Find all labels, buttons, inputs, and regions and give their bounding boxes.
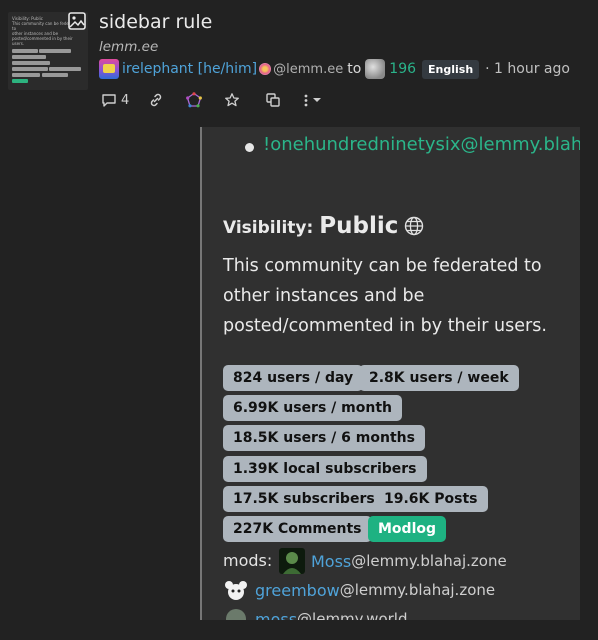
crosspost-button[interactable]	[265, 92, 281, 108]
more-vertical-icon	[304, 94, 308, 107]
list-bullet	[245, 143, 254, 152]
globe-icon	[405, 216, 424, 236]
post-time: · 1 hour ago	[485, 61, 570, 77]
avatar	[223, 606, 249, 620]
posts-badge: 19.6K Posts	[374, 486, 488, 512]
copy-icon	[266, 93, 280, 107]
mod-name[interactable]: moss	[255, 610, 297, 621]
visibility-value: Public	[319, 213, 399, 239]
mod-name[interactable]: greembow	[255, 581, 340, 600]
sidebar-preview-panel: !onehundredninetysix@lemmy.blahaj.zone V…	[200, 127, 580, 620]
favorite-button[interactable]	[224, 92, 240, 108]
users-day-badge: 824 users / day	[223, 365, 364, 391]
fediverse-icon	[186, 92, 203, 108]
local-subscribers-badge: 1.39K local subscribers	[223, 456, 427, 482]
community-description: This community can be federated to other…	[223, 256, 547, 336]
community-avatar[interactable]	[365, 59, 386, 79]
users-6months-badge: 18.5K users / 6 months	[223, 425, 425, 451]
post-title[interactable]: sidebar rule	[99, 11, 212, 33]
language-badge: English	[422, 59, 480, 79]
post-actions: 4	[101, 90, 322, 110]
mod-instance: @lemmy.world	[297, 610, 408, 620]
mod-name[interactable]: Moss	[311, 552, 351, 571]
comments-button[interactable]: 4	[101, 92, 129, 108]
caret-down-icon	[313, 98, 322, 102]
subscribers-badge: 17.5K subscribers	[223, 486, 385, 512]
post-domain[interactable]: lemm.ee	[99, 39, 158, 55]
avatar	[223, 577, 249, 603]
community-link[interactable]: 196	[389, 61, 416, 77]
image-icon	[68, 12, 86, 30]
star-icon	[225, 93, 240, 107]
link-icon	[151, 93, 162, 107]
community-link-text[interactable]: !onehundredninetysix@lemmy.blahaj.zone	[263, 130, 580, 160]
mod-instance: @lemmy.blahaj.zone	[339, 581, 496, 599]
comment-icon	[102, 94, 116, 107]
user-avatar[interactable]	[99, 59, 119, 79]
visibility-label: Visibility:	[223, 218, 314, 238]
users-month-badge: 6.99K users / month	[223, 395, 402, 421]
mod-instance: @lemmy.blahaj.zone	[351, 552, 507, 570]
modlog-button[interactable]: Modlog	[368, 516, 447, 542]
visibility-row: Visibility: Public	[223, 213, 424, 239]
copy-link-button[interactable]	[148, 92, 164, 108]
to-label: to	[347, 61, 362, 77]
comments-count: 4	[121, 92, 130, 108]
fediverse-button[interactable]	[186, 92, 203, 108]
avatar	[279, 548, 305, 574]
mods-label: mods:	[223, 551, 273, 570]
mod-item[interactable]: moss @lemmy.world	[223, 606, 407, 620]
mod-item[interactable]: Moss @lemmy.blahaj.zone	[279, 548, 507, 574]
more-options-button[interactable]	[302, 92, 322, 108]
users-week-badge: 2.8K users / week	[359, 365, 519, 391]
post-byline: irelephant [he/him] @lemm.ee to 196 Engl…	[99, 58, 570, 80]
lollipop-icon	[259, 63, 272, 75]
post-thumbnail[interactable]: Visibility: Public This community can be…	[8, 12, 88, 90]
comments-badge: 227K Comments	[223, 516, 372, 542]
mod-item[interactable]: greembow @lemmy.blahaj.zone	[223, 577, 495, 603]
author-instance[interactable]: @lemm.ee	[273, 62, 343, 77]
author-name[interactable]: irelephant [he/him]	[122, 61, 257, 77]
thumbnail-text: posted/commented in by their users.	[12, 36, 73, 46]
